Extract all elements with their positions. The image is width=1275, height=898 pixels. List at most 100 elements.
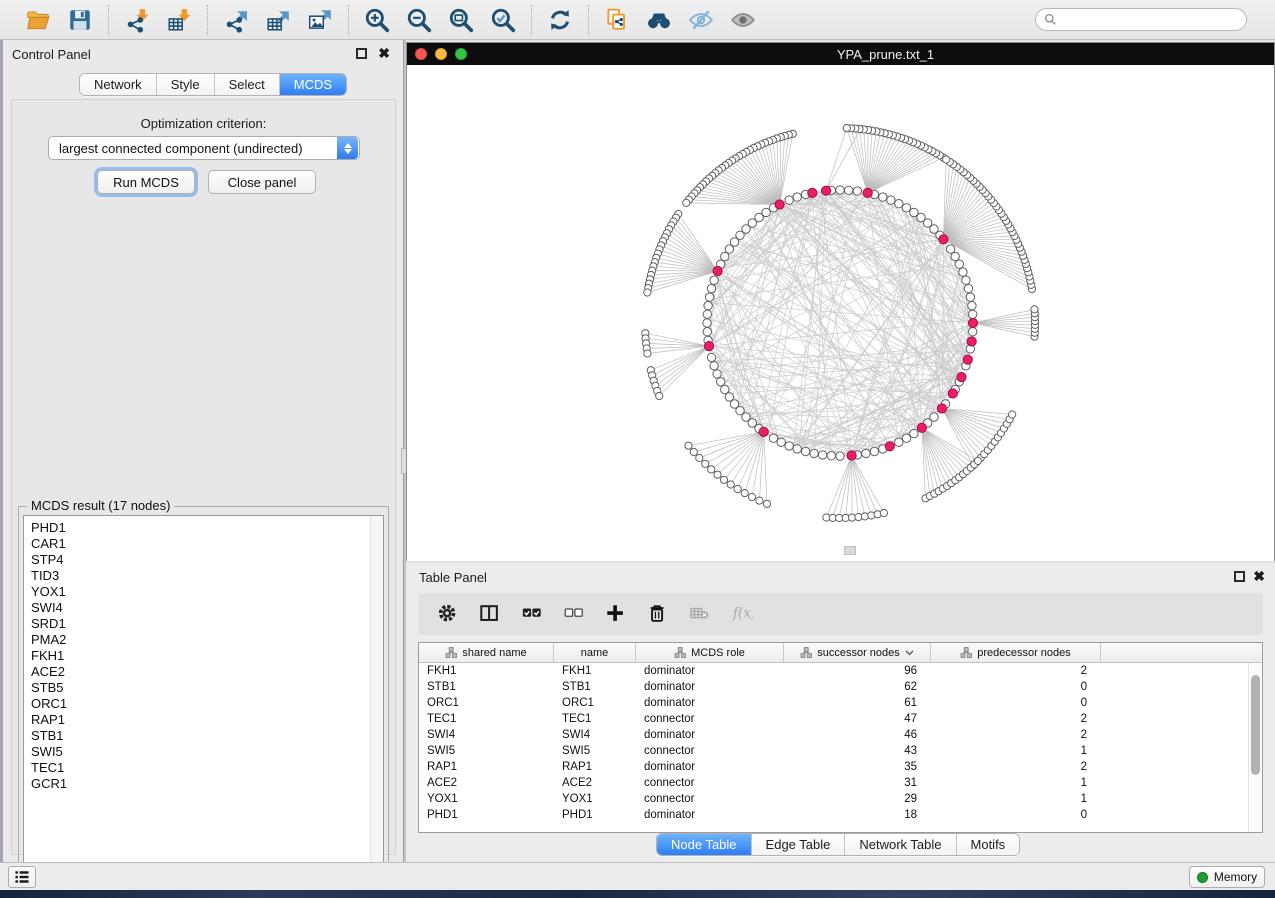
mcds-result-item[interactable]: SRD1 — [31, 616, 383, 632]
export-table-button[interactable] — [264, 6, 292, 34]
table-cell[interactable]: connector — [636, 743, 784, 759]
table-cell[interactable]: dominator — [636, 759, 784, 775]
table-cell[interactable]: TEC1 — [554, 711, 636, 727]
add-button[interactable] — [604, 602, 628, 626]
table-row[interactable]: SWI4SWI4dominator462 — [419, 727, 1262, 743]
table-cell[interactable]: ORC1 — [554, 695, 636, 711]
tab-mcds[interactable]: MCDS — [280, 74, 346, 95]
mcds-result-item[interactable]: STB5 — [31, 680, 383, 696]
table-row[interactable]: FKH1FKH1dominator962 — [419, 663, 1262, 679]
table-cell[interactable]: FKH1 — [419, 663, 554, 679]
close-panel-button[interactable]: Close panel — [208, 170, 316, 194]
mcds-result-item[interactable]: STB1 — [31, 728, 383, 744]
mcds-result-item[interactable]: SWI4 — [31, 600, 383, 616]
table-cell[interactable]: 43 — [784, 743, 931, 759]
mcds-result-item[interactable]: YOX1 — [31, 584, 383, 600]
mcds-result-item[interactable]: FKH1 — [31, 648, 383, 664]
export-image-button[interactable] — [306, 6, 334, 34]
table-cell[interactable]: STB1 — [419, 679, 554, 695]
table-cell[interactable]: 62 — [784, 679, 931, 695]
zoom-out-button[interactable] — [405, 6, 433, 34]
table-row[interactable]: ACE2ACE2connector311 — [419, 775, 1262, 791]
task-history-button[interactable] — [8, 866, 36, 888]
table-cell[interactable]: 2 — [931, 663, 1101, 679]
table-cell[interactable]: 2 — [931, 727, 1101, 743]
mcds-result-item[interactable]: RAP1 — [31, 712, 383, 728]
table-cell[interactable]: ACE2 — [419, 775, 554, 791]
import-table-button[interactable] — [165, 6, 193, 34]
table-scrollbar-thumb[interactable] — [1251, 675, 1260, 775]
table-row[interactable]: ORC1ORC1dominator610 — [419, 695, 1262, 711]
optimization-criterion-select[interactable]: largest connected component (undirected) — [48, 136, 360, 160]
table-row[interactable]: TEC1TEC1connector472 — [419, 711, 1262, 727]
mcds-result-item[interactable]: PMA2 — [31, 632, 383, 648]
zoom-selected-button[interactable] — [489, 6, 517, 34]
mcds-result-item[interactable]: ACE2 — [31, 664, 383, 680]
tab-network[interactable]: Network — [80, 74, 157, 95]
memory-button[interactable]: Memory — [1189, 866, 1265, 888]
mcds-list-scrollbar[interactable] — [370, 516, 383, 872]
table-cell[interactable]: connector — [636, 711, 784, 727]
table-cell[interactable]: PHD1 — [419, 807, 554, 823]
table-cell[interactable]: 31 — [784, 775, 931, 791]
table-cell[interactable]: connector — [636, 775, 784, 791]
tab-style[interactable]: Style — [157, 74, 215, 95]
table-row[interactable]: RAP1RAP1dominator352 — [419, 759, 1262, 775]
table-row[interactable]: STB1STB1dominator620 — [419, 679, 1262, 695]
table-tab-edge-table[interactable]: Edge Table — [752, 834, 846, 855]
table-cell[interactable]: YOX1 — [554, 791, 636, 807]
table-scrollbar[interactable] — [1248, 663, 1262, 832]
save-button[interactable] — [66, 6, 94, 34]
deselect-all-button[interactable] — [562, 602, 586, 626]
table-cell[interactable]: dominator — [636, 695, 784, 711]
table-cell[interactable]: 2 — [931, 711, 1101, 727]
import-network-button[interactable] — [123, 6, 151, 34]
column-header-name[interactable]: name — [554, 643, 636, 662]
table-cell[interactable]: connector — [636, 791, 784, 807]
table-cell[interactable]: dominator — [636, 663, 784, 679]
column-header-MCDS-role[interactable]: MCDS role — [636, 643, 784, 662]
mcds-result-list[interactable]: PHD1CAR1STP4TID3YOX1SWI4SRD1PMA2FKH1ACE2… — [23, 515, 384, 873]
table-cell[interactable]: 96 — [784, 663, 931, 679]
zoom-in-button[interactable] — [363, 6, 391, 34]
table-cell[interactable]: SWI4 — [554, 727, 636, 743]
mcds-result-item[interactable]: GCR1 — [31, 776, 383, 792]
table-cell[interactable]: 1 — [931, 775, 1101, 791]
table-cell[interactable]: STB1 — [554, 679, 636, 695]
table-cell[interactable]: SWI5 — [419, 743, 554, 759]
float-panel-icon[interactable] — [356, 48, 367, 59]
table-cell[interactable]: 29 — [784, 791, 931, 807]
run-mcds-button[interactable]: Run MCDS — [97, 170, 195, 194]
close-panel-icon[interactable]: ✖ — [378, 45, 390, 61]
table-cell[interactable]: dominator — [636, 679, 784, 695]
table-cell[interactable]: 47 — [784, 711, 931, 727]
table-cell[interactable]: 0 — [931, 695, 1101, 711]
export-network-button[interactable] — [222, 6, 250, 34]
network-canvas[interactable] — [407, 65, 1274, 561]
gear-button[interactable] — [436, 602, 460, 626]
eye-slash-button[interactable] — [687, 6, 715, 34]
mcds-result-item[interactable]: PHD1 — [31, 520, 383, 536]
table-row[interactable]: YOX1YOX1connector291 — [419, 791, 1262, 807]
table-tab-network-table[interactable]: Network Table — [845, 834, 956, 855]
table-cell[interactable]: dominator — [636, 727, 784, 743]
table-cell[interactable]: SWI4 — [419, 727, 554, 743]
table-cell[interactable]: TEC1 — [419, 711, 554, 727]
column-header-successor-nodes[interactable]: successor nodes — [784, 643, 931, 662]
refresh-button[interactable] — [546, 6, 574, 34]
table-cell[interactable]: ACE2 — [554, 775, 636, 791]
delete-button[interactable] — [646, 602, 670, 626]
table-cell[interactable]: 46 — [784, 727, 931, 743]
table-cell[interactable]: SWI5 — [554, 743, 636, 759]
table-cell[interactable]: RAP1 — [554, 759, 636, 775]
select-all-button[interactable] — [520, 602, 544, 626]
table-tab-motifs[interactable]: Motifs — [957, 834, 1020, 855]
column-header-shared-name[interactable]: shared name — [419, 643, 554, 662]
columns-button[interactable] — [478, 602, 502, 626]
table-cell[interactable]: FKH1 — [554, 663, 636, 679]
table-cell[interactable]: dominator — [636, 807, 784, 823]
table-cell[interactable]: 2 — [931, 759, 1101, 775]
mcds-result-item[interactable]: TID3 — [31, 568, 383, 584]
mcds-result-item[interactable]: SWI5 — [31, 744, 383, 760]
mcds-result-item[interactable]: TEC1 — [31, 760, 383, 776]
